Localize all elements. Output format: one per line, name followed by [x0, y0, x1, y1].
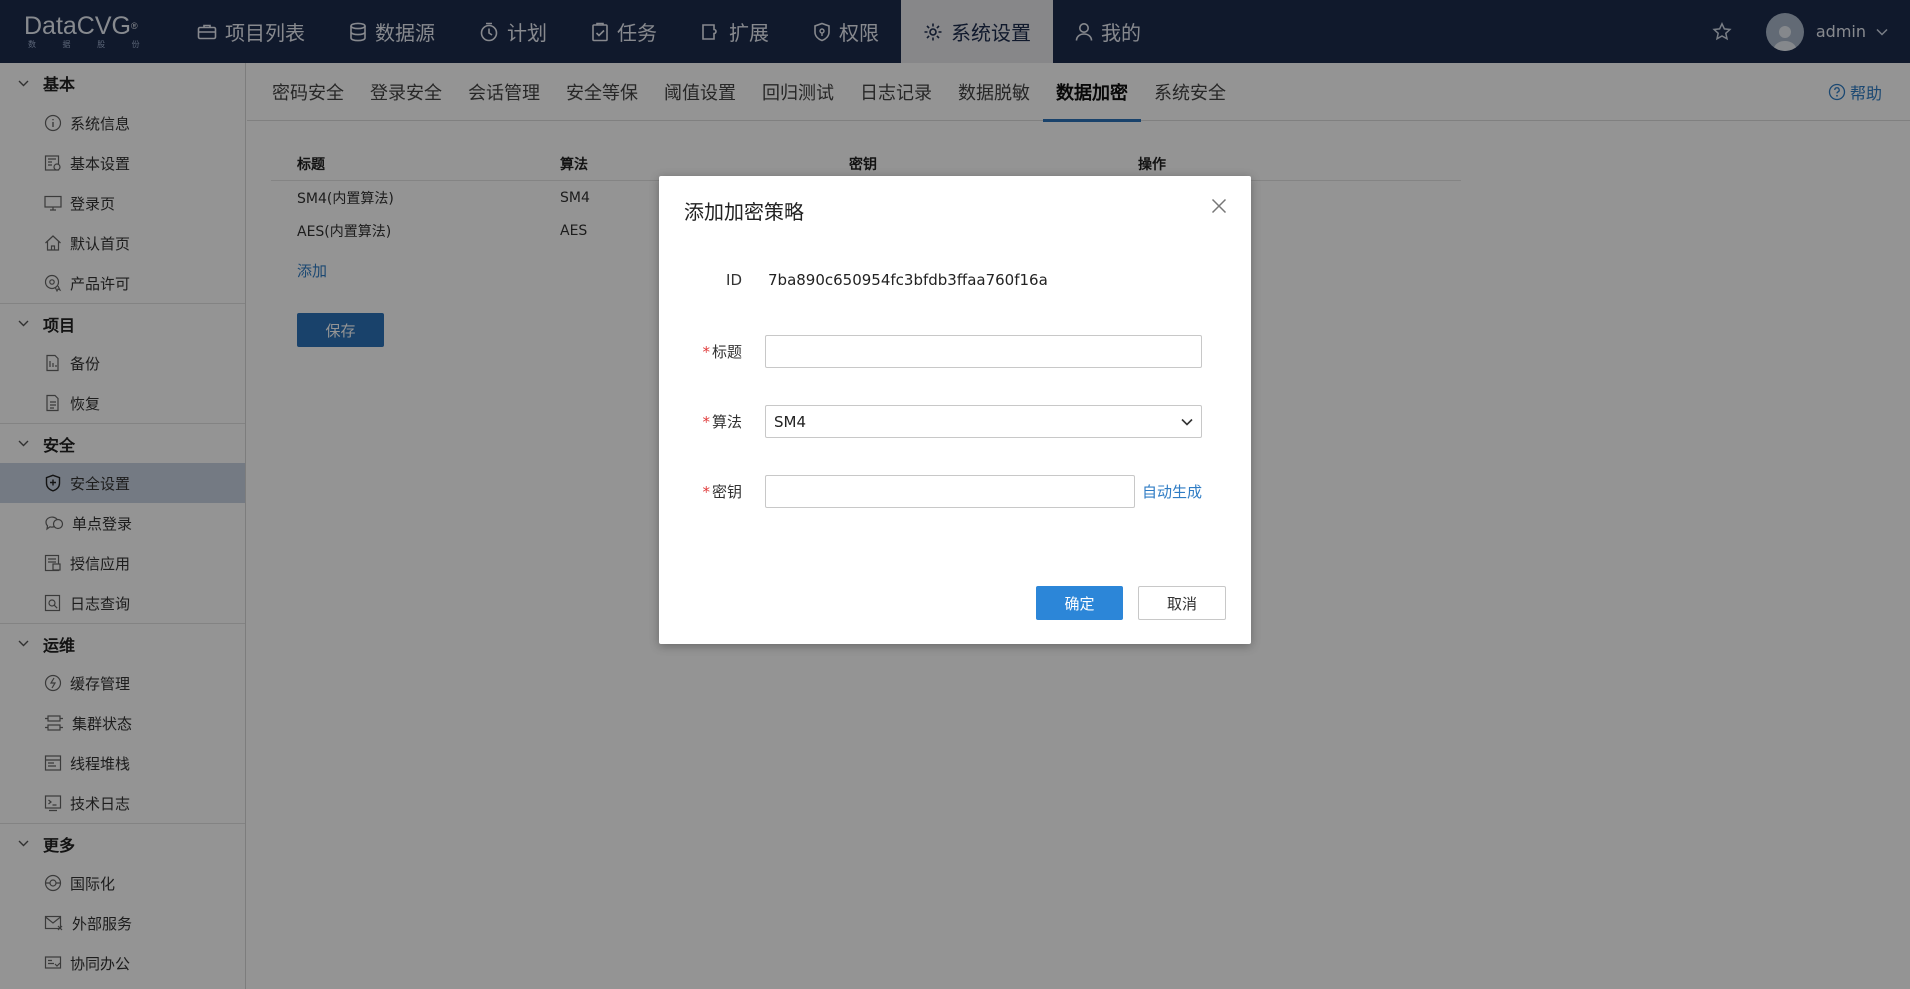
title-label-text: 标题 — [711, 343, 742, 361]
field-row-algorithm: * 算法 SM4 — [659, 405, 1251, 438]
key-label: * 密钥 — [659, 481, 742, 502]
close-icon[interactable] — [1211, 198, 1227, 214]
title-input[interactable] — [765, 335, 1202, 368]
required-mark: * — [702, 483, 710, 501]
auto-generate-link[interactable]: 自动生成 — [1142, 481, 1202, 502]
id-label: ID — [726, 271, 742, 289]
field-row-id: ID 7ba890c650954fc3bfdb3ffaa760f16a — [659, 268, 1251, 292]
cancel-button[interactable]: 取消 — [1138, 586, 1226, 620]
algorithm-selected-value: SM4 — [774, 412, 807, 431]
algorithm-select[interactable]: SM4 — [765, 405, 1202, 438]
confirm-button[interactable]: 确定 — [1036, 586, 1123, 620]
add-encryption-policy-dialog: 添加加密策略 ID 7ba890c650954fc3bfdb3ffaa760f1… — [659, 176, 1251, 644]
chevron-down-icon — [1181, 418, 1193, 426]
algorithm-label: * 算法 — [659, 411, 742, 432]
field-row-key: * 密钥 自动生成 — [659, 475, 1251, 508]
algorithm-label-text: 算法 — [711, 413, 742, 431]
required-mark: * — [702, 343, 710, 361]
key-input[interactable] — [765, 475, 1135, 508]
field-row-title: * 标题 — [659, 335, 1251, 368]
id-value: 7ba890c650954fc3bfdb3ffaa760f16a — [768, 271, 1048, 289]
title-label: * 标题 — [659, 341, 742, 362]
key-label-text: 密钥 — [711, 483, 742, 501]
required-mark: * — [702, 413, 710, 431]
dialog-title: 添加加密策略 — [684, 200, 804, 224]
